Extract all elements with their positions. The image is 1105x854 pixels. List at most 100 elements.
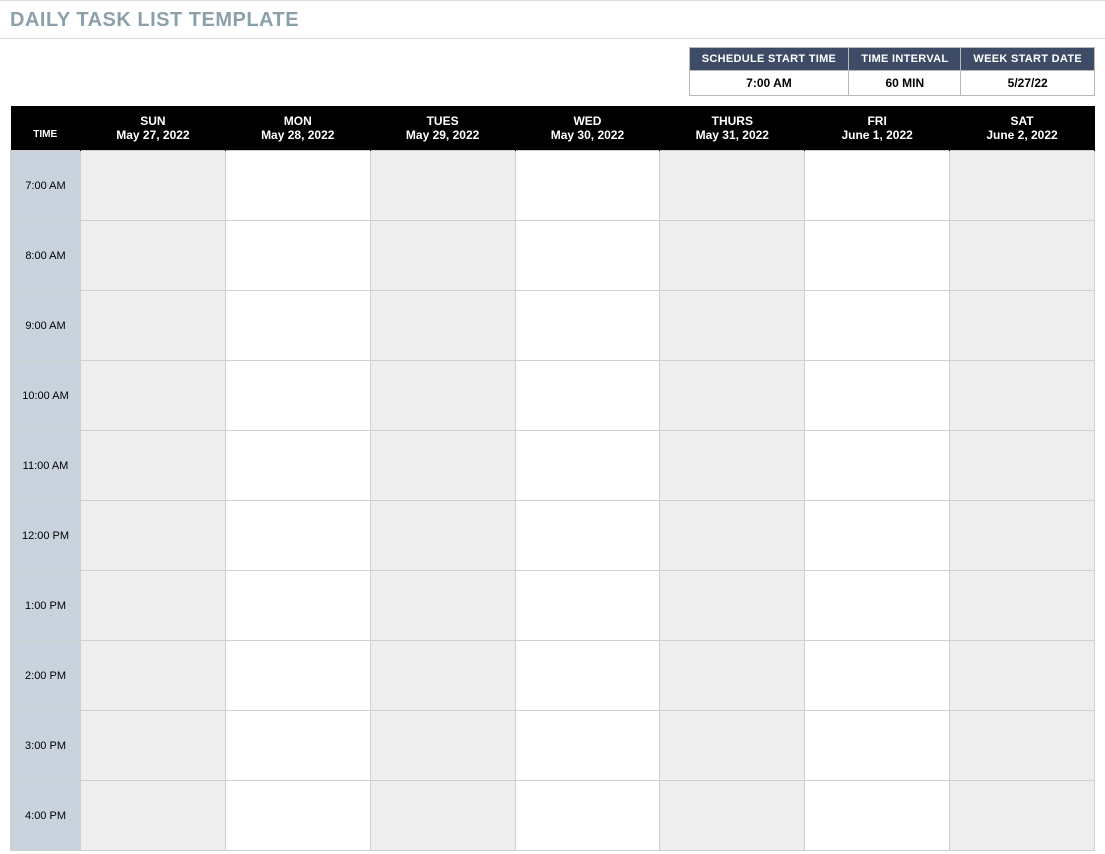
schedule-cell[interactable] <box>515 711 660 781</box>
schedule-cell[interactable] <box>225 641 370 711</box>
schedule-cell[interactable] <box>225 151 370 221</box>
page-title: DAILY TASK LIST TEMPLATE <box>0 0 1105 39</box>
schedule-cell[interactable] <box>370 501 515 571</box>
schedule-cell[interactable] <box>950 571 1095 641</box>
schedule-cell[interactable] <box>805 151 950 221</box>
schedule-cell[interactable] <box>515 501 660 571</box>
schedule-cell[interactable] <box>370 431 515 501</box>
schedule-cell[interactable] <box>515 361 660 431</box>
time-cell: 1:00 PM <box>11 571 81 641</box>
time-cell: 11:00 AM <box>11 431 81 501</box>
schedule-cell[interactable] <box>950 641 1095 711</box>
schedule-cell[interactable] <box>81 641 226 711</box>
time-cell: 7:00 AM <box>11 151 81 221</box>
schedule-cell[interactable] <box>81 291 226 361</box>
schedule-cell[interactable] <box>805 781 950 851</box>
schedule-cell[interactable] <box>660 151 805 221</box>
day-header: FRI June 1, 2022 <box>805 106 950 151</box>
schedule-cell[interactable] <box>950 781 1095 851</box>
time-column-header: TIME <box>11 106 81 151</box>
config-value-interval[interactable]: 60 MIN <box>849 71 961 96</box>
schedule-row: 9:00 AM <box>11 291 1095 361</box>
time-cell: 2:00 PM <box>11 641 81 711</box>
schedule-cell[interactable] <box>81 501 226 571</box>
schedule-cell[interactable] <box>81 711 226 781</box>
schedule-cell[interactable] <box>805 291 950 361</box>
day-name: WED <box>520 114 656 128</box>
schedule-cell[interactable] <box>950 151 1095 221</box>
schedule-cell[interactable] <box>370 711 515 781</box>
schedule-cell[interactable] <box>515 641 660 711</box>
schedule-header-row: TIME SUN May 27, 2022 MON May 28, 2022 T… <box>11 106 1095 151</box>
schedule-cell[interactable] <box>515 781 660 851</box>
config-header-start-time: SCHEDULE START TIME <box>689 48 848 71</box>
schedule-cell[interactable] <box>515 151 660 221</box>
schedule-cell[interactable] <box>805 501 950 571</box>
schedule-cell[interactable] <box>225 361 370 431</box>
schedule-cell[interactable] <box>370 151 515 221</box>
schedule-cell[interactable] <box>515 221 660 291</box>
schedule-cell[interactable] <box>515 431 660 501</box>
time-cell: 10:00 AM <box>11 361 81 431</box>
config-value-week-start[interactable]: 5/27/22 <box>961 71 1095 96</box>
day-header: WED May 30, 2022 <box>515 106 660 151</box>
schedule-cell[interactable] <box>81 361 226 431</box>
schedule-cell[interactable] <box>225 501 370 571</box>
schedule-cell[interactable] <box>805 221 950 291</box>
day-date: June 1, 2022 <box>809 128 945 142</box>
schedule-cell[interactable] <box>660 501 805 571</box>
schedule-cell[interactable] <box>370 291 515 361</box>
time-cell: 4:00 PM <box>11 781 81 851</box>
schedule-cell[interactable] <box>805 711 950 781</box>
schedule-cell[interactable] <box>660 781 805 851</box>
schedule-cell[interactable] <box>225 291 370 361</box>
schedule-cell[interactable] <box>370 641 515 711</box>
schedule-cell[interactable] <box>370 571 515 641</box>
day-name: SAT <box>954 114 1090 128</box>
schedule-cell[interactable] <box>805 431 950 501</box>
schedule-cell[interactable] <box>370 781 515 851</box>
schedule-cell[interactable] <box>660 221 805 291</box>
day-date: May 28, 2022 <box>230 128 366 142</box>
schedule-cell[interactable] <box>81 151 226 221</box>
schedule-cell[interactable] <box>660 641 805 711</box>
day-date: May 29, 2022 <box>375 128 511 142</box>
schedule-cell[interactable] <box>660 431 805 501</box>
config-header-week-start: WEEK START DATE <box>961 48 1095 71</box>
schedule-cell[interactable] <box>660 291 805 361</box>
schedule-cell[interactable] <box>660 571 805 641</box>
config-value-start-time[interactable]: 7:00 AM <box>689 71 848 96</box>
config-panel: SCHEDULE START TIME TIME INTERVAL WEEK S… <box>0 39 1105 106</box>
schedule-cell[interactable] <box>225 711 370 781</box>
schedule-cell[interactable] <box>81 221 226 291</box>
schedule-cell[interactable] <box>950 501 1095 571</box>
schedule-cell[interactable] <box>81 781 226 851</box>
schedule-row: 12:00 PM <box>11 501 1095 571</box>
schedule-table: TIME SUN May 27, 2022 MON May 28, 2022 T… <box>10 106 1095 851</box>
schedule-cell[interactable] <box>81 431 226 501</box>
schedule-cell[interactable] <box>950 361 1095 431</box>
day-date: May 31, 2022 <box>664 128 800 142</box>
schedule-cell[interactable] <box>950 431 1095 501</box>
schedule-cell[interactable] <box>805 641 950 711</box>
schedule-cell[interactable] <box>515 291 660 361</box>
schedule-cell[interactable] <box>950 291 1095 361</box>
schedule-cell[interactable] <box>81 571 226 641</box>
schedule-cell[interactable] <box>805 361 950 431</box>
schedule-cell[interactable] <box>950 221 1095 291</box>
schedule-cell[interactable] <box>370 221 515 291</box>
schedule-cell[interactable] <box>370 361 515 431</box>
schedule-cell[interactable] <box>225 571 370 641</box>
schedule-cell[interactable] <box>805 571 950 641</box>
schedule-cell[interactable] <box>660 361 805 431</box>
schedule-cell[interactable] <box>515 571 660 641</box>
config-table: SCHEDULE START TIME TIME INTERVAL WEEK S… <box>689 47 1095 96</box>
time-cell: 12:00 PM <box>11 501 81 571</box>
schedule-cell[interactable] <box>225 431 370 501</box>
day-name: SUN <box>85 114 221 128</box>
schedule-cell[interactable] <box>225 781 370 851</box>
schedule-cell[interactable] <box>950 711 1095 781</box>
schedule-cell[interactable] <box>660 711 805 781</box>
schedule-cell[interactable] <box>225 221 370 291</box>
day-name: TUES <box>375 114 511 128</box>
